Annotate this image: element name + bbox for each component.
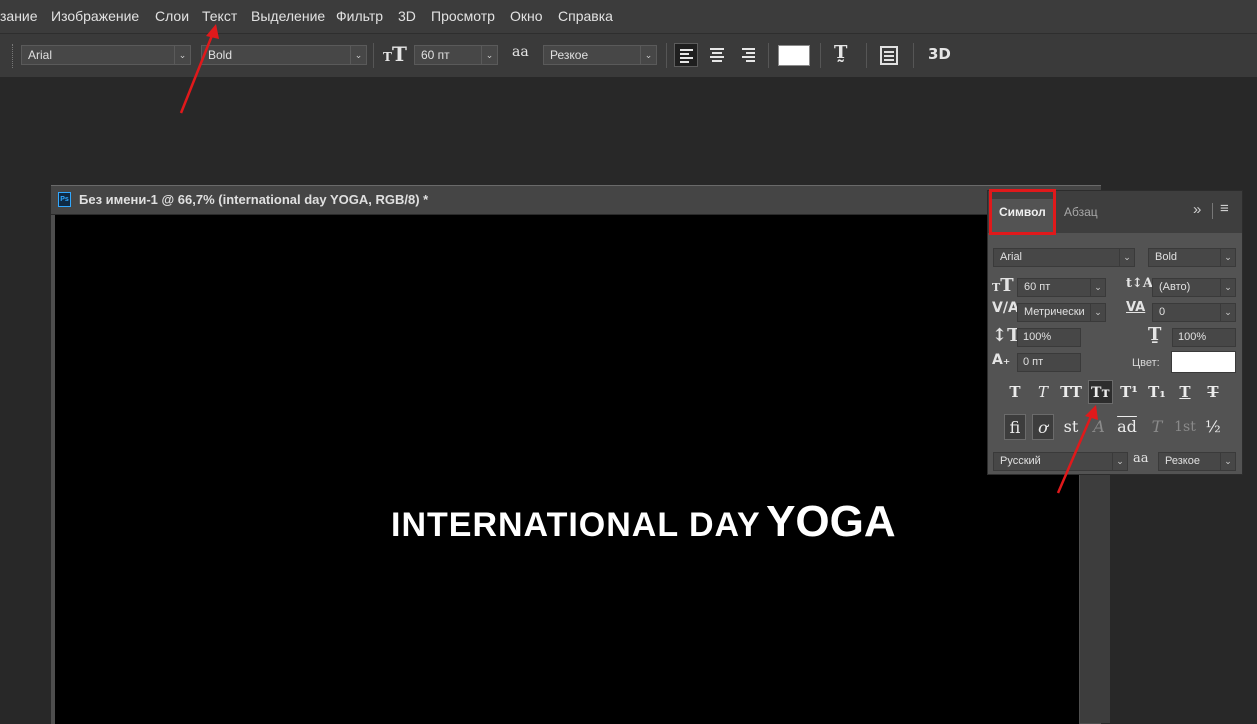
annotation-arrow-menu-type: [179, 24, 219, 114]
annotation-overlay: [179, 24, 1098, 494]
annotation-arrow-small-caps: [1056, 405, 1098, 494]
